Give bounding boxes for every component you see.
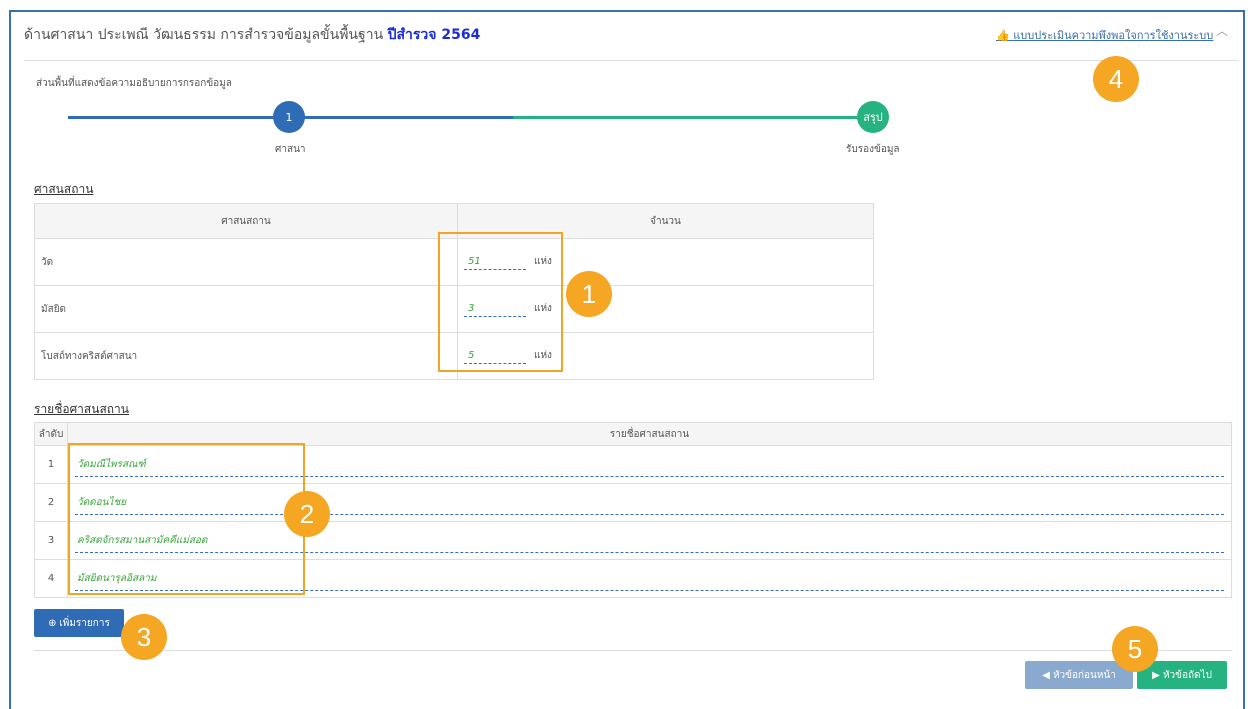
step-summary-label: รับรองข้อมูล <box>846 144 900 155</box>
add-item-button[interactable]: ⊕ เพิ่มรายการ <box>34 609 124 637</box>
highlight-count-inputs <box>438 232 563 372</box>
column-header-index: ลำดับ <box>34 422 68 446</box>
page-title: ด้านศาสนา ประเพณี วัฒนธรรม การสำรวจข้อมู… <box>24 24 480 46</box>
place-name: โบสถ์ทางคริสต์ศาสนา <box>34 332 458 380</box>
survey-year: ปีสำรวจ 2564 <box>387 27 481 43</box>
survey-link-label: แบบประเมินความพึงพอใจการใช้งานระบบ <box>1013 29 1214 42</box>
section-place-list-title: รายชื่อศาสนสถาน <box>34 402 129 416</box>
footer-divider <box>34 650 1232 651</box>
help-text: ส่วนพื้นที่แสดงข้อความอธิบายการกรอกข้อมู… <box>36 78 232 89</box>
previous-topic-button[interactable]: ◀ หัวข้อก่อนหน้า <box>1025 661 1133 689</box>
highlight-place-names <box>68 443 305 595</box>
satisfaction-survey-link[interactable]: 👍 แบบประเมินความพึงพอใจการใช้งานระบบ <box>996 26 1213 44</box>
annotation-badge-1: 1 <box>566 271 612 317</box>
chevron-left-icon: ◀ <box>1042 669 1053 681</box>
annotation-badge-5: 5 <box>1112 626 1158 672</box>
title-text: ด้านศาสนา ประเพณี วัฒนธรรม การสำรวจข้อมู… <box>24 27 384 43</box>
section-religious-places-title: ศาสนสถาน <box>34 182 94 196</box>
header-divider <box>24 60 1238 61</box>
annotation-badge-3: 3 <box>121 614 167 660</box>
collapse-icon[interactable]: ︿ <box>1216 22 1228 39</box>
step-summary-badge[interactable]: สรุป <box>857 101 889 133</box>
step-1-badge[interactable]: 1 <box>273 101 305 133</box>
step-line-remaining <box>513 116 873 119</box>
annotation-badge-2: 2 <box>284 491 330 537</box>
place-name: วัด <box>34 238 458 286</box>
thumbs-up-icon: 👍 <box>996 29 1010 42</box>
column-header-place: ศาสนสถาน <box>34 203 458 239</box>
place-name: มัสยิด <box>34 285 458 333</box>
chevron-right-icon: ▶ <box>1152 669 1163 681</box>
plus-circle-icon: ⊕ <box>48 617 60 629</box>
step-1-label: ศาสนา <box>275 144 306 155</box>
annotation-badge-4: 4 <box>1093 56 1139 102</box>
